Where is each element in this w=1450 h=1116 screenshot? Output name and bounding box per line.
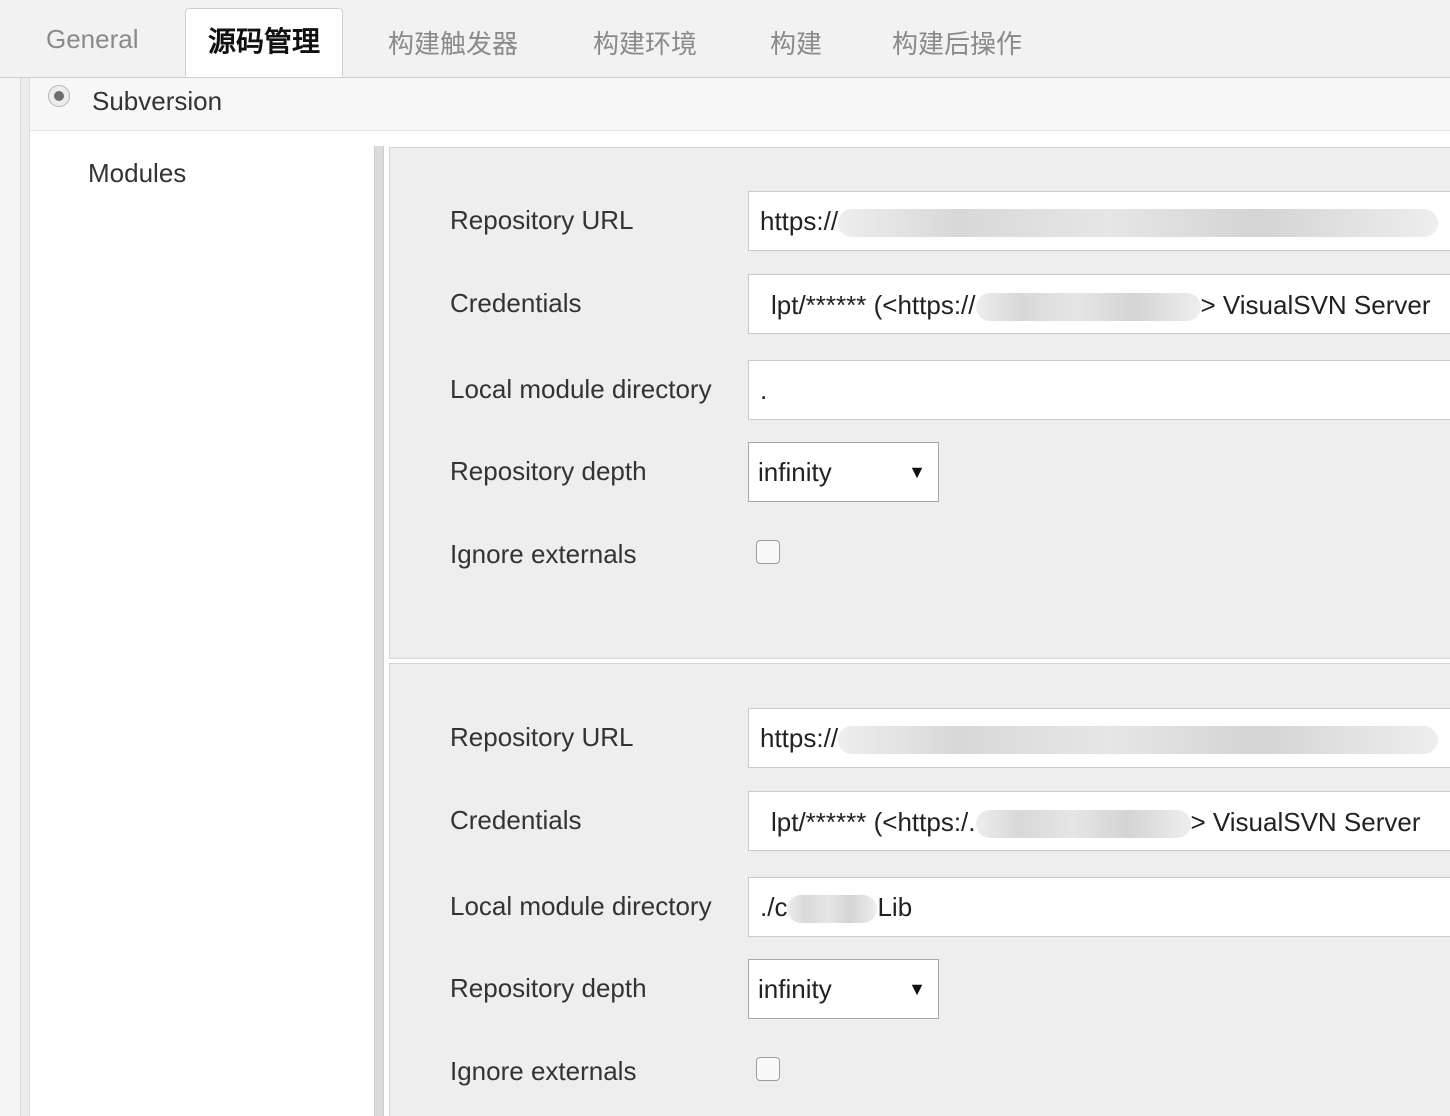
credentials-select[interactable]: lpt/****** (<https:// > VisualSVN Server — [748, 274, 1450, 334]
repository-url-value: https:// — [760, 206, 839, 236]
credentials-prefix: lpt/****** (<https:// — [771, 290, 976, 320]
ignore-externals-checkbox[interactable] — [756, 540, 780, 564]
redacted-text — [975, 293, 1201, 322]
credentials-suffix: > VisualSVN Server — [1190, 807, 1421, 837]
tab-general[interactable]: General — [46, 24, 139, 55]
modules-drag-handle[interactable] — [374, 146, 384, 1116]
local-module-directory-prefix: ./c — [760, 892, 788, 922]
local-module-directory-label: Local module directory — [450, 374, 712, 404]
redacted-text — [838, 209, 1439, 238]
repository-depth-value: infinity — [758, 457, 832, 487]
ignore-externals-checkbox[interactable] — [756, 1057, 780, 1081]
subversion-radio[interactable] — [48, 85, 70, 107]
tab-source-code-management[interactable]: 源码管理 — [185, 8, 344, 77]
tab-build-triggers[interactable]: 构建触发器 — [388, 24, 518, 61]
subversion-label: Subversion — [92, 86, 223, 116]
section-indent-bar — [21, 78, 30, 1116]
ignore-externals-label: Ignore externals — [450, 539, 637, 569]
local-module-directory-input[interactable]: ./c Lib — [748, 877, 1450, 937]
redacted-text — [787, 895, 878, 924]
credentials-prefix: lpt/****** (<https:/. — [771, 807, 976, 837]
tab-post-build-actions[interactable]: 构建后操作 — [892, 24, 1022, 61]
repository-url-label: Repository URL — [450, 722, 634, 752]
tab-build[interactable]: 构建 — [770, 24, 822, 61]
local-module-directory-suffix: Lib — [877, 892, 913, 922]
credentials-label: Credentials — [450, 805, 582, 835]
tab-build-environment[interactable]: 构建环境 — [593, 24, 697, 61]
repository-depth-value: infinity — [758, 974, 832, 1004]
repository-url-input[interactable]: https:// — [748, 708, 1450, 768]
dropdown-arrow-icon: ▼ — [908, 979, 926, 999]
modules-label: Modules — [88, 158, 187, 188]
repository-depth-select[interactable]: infinity ▼ — [748, 442, 939, 502]
repository-depth-label: Repository depth — [450, 973, 647, 1003]
credentials-suffix: > VisualSVN Server — [1200, 290, 1431, 320]
credentials-select[interactable]: lpt/****** (<https:/. > VisualSVN Server — [748, 791, 1450, 851]
repository-url-value: https:// — [760, 723, 839, 753]
local-module-directory-input[interactable]: . — [748, 360, 1450, 420]
tab-bar: General 源码管理 构建触发器 构建环境 构建 构建后操作 — [0, 0, 1450, 78]
repository-depth-select[interactable]: infinity ▼ — [748, 959, 939, 1019]
left-gutter — [0, 78, 21, 1116]
credentials-label: Credentials — [450, 288, 582, 318]
local-module-directory-value: . — [760, 375, 768, 405]
ignore-externals-label: Ignore externals — [450, 1056, 637, 1086]
repository-url-input[interactable]: https:// — [748, 191, 1450, 251]
local-module-directory-label: Local module directory — [450, 891, 712, 921]
dropdown-arrow-icon: ▼ — [908, 462, 926, 482]
repository-depth-label: Repository depth — [450, 456, 647, 486]
repository-url-label: Repository URL — [450, 205, 634, 235]
redacted-text — [838, 726, 1439, 755]
scm-option-row — [30, 78, 1450, 131]
redacted-text — [975, 810, 1191, 839]
